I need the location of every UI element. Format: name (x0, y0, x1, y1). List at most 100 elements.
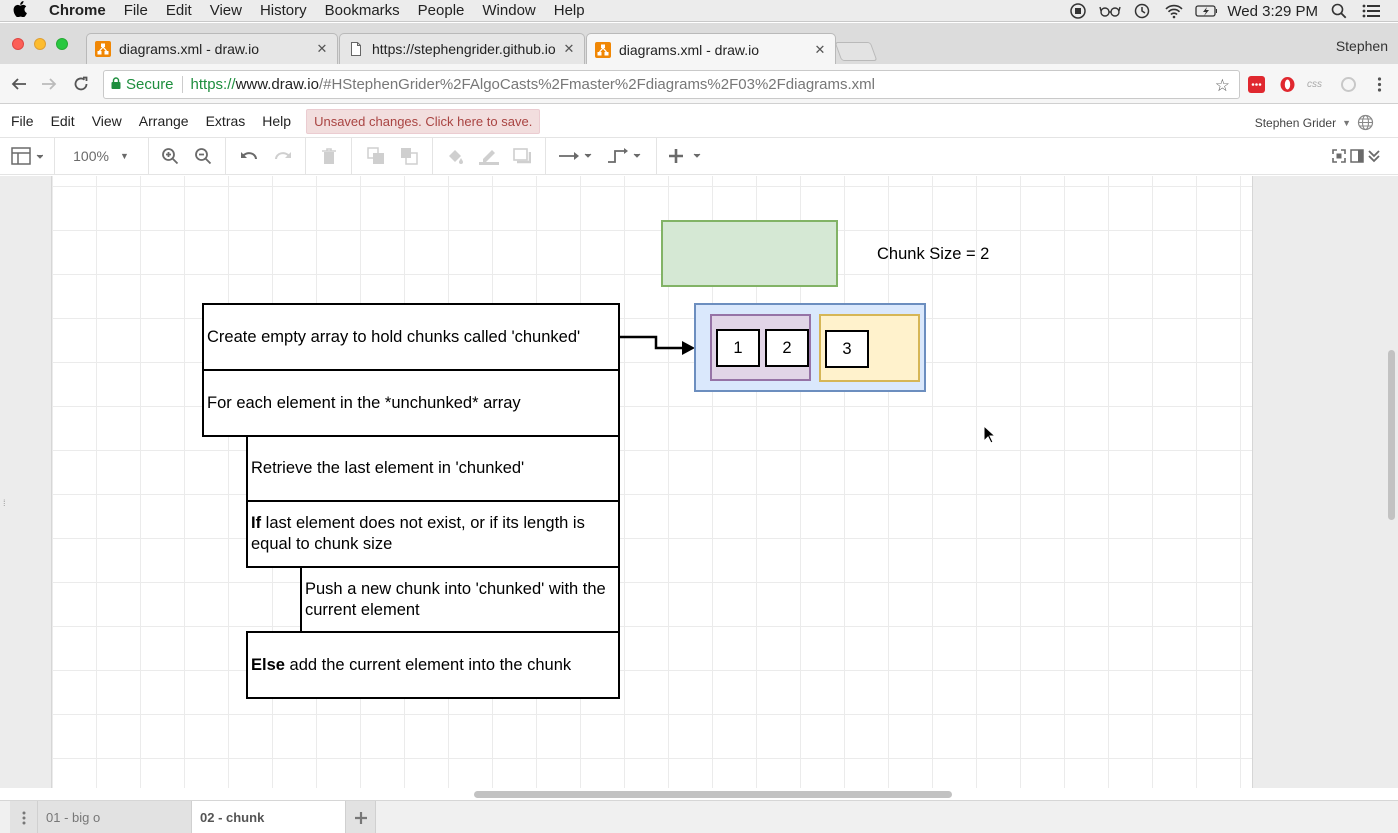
mac-menu-history[interactable]: History (251, 0, 316, 22)
menubar-clock[interactable]: Wed 3:29 PM (1227, 3, 1318, 20)
toolbar-separator (656, 138, 657, 174)
drawio-menu-edit[interactable]: Edit (45, 113, 81, 129)
reload-icon[interactable] (69, 72, 93, 96)
page-document-icon (351, 42, 361, 56)
profile-name[interactable]: Stephen (1336, 38, 1388, 54)
line-color-icon[interactable] (478, 144, 500, 168)
notification-center-icon[interactable] (1360, 0, 1382, 22)
chunk-element-1[interactable]: 1 (716, 329, 760, 367)
redo-icon[interactable] (272, 144, 294, 168)
waypoints-button[interactable] (606, 144, 644, 168)
drawio-menu-extras[interactable]: Extras (200, 113, 252, 129)
app-menu-chrome[interactable]: Chrome (40, 0, 115, 22)
unsaved-changes-button[interactable]: Unsaved changes. Click here to save. (306, 108, 541, 134)
arrow-right-icon (559, 152, 592, 160)
collapse-toolbar-icon[interactable] (1366, 144, 1382, 168)
spotlight-search-icon[interactable] (1328, 0, 1350, 22)
drawio-menu-arrange[interactable]: Arrange (133, 113, 195, 129)
lastpass-extension-icon[interactable] (1248, 76, 1265, 93)
horizontal-scrollbar[interactable] (474, 791, 952, 798)
css-extension-icon[interactable]: css (1307, 76, 1329, 93)
tab-close-icon[interactable]: ✕ (813, 42, 827, 58)
tab-close-icon[interactable]: ✕ (562, 41, 576, 57)
zoom-out-icon[interactable] (192, 144, 214, 168)
toggle-format-panel-icon[interactable] (1349, 144, 1365, 168)
window-close-button[interactable] (12, 38, 24, 50)
shadow-icon[interactable] (511, 144, 533, 168)
window-maximize-button[interactable] (56, 38, 68, 50)
window-minimize-button[interactable] (34, 38, 46, 50)
diagram-page[interactable] (51, 176, 1253, 788)
undo-icon[interactable] (238, 144, 260, 168)
pages-menu-icon[interactable] (10, 801, 38, 833)
bookmark-star-icon[interactable]: ☆ (1215, 76, 1230, 96)
new-tab-button[interactable] (834, 42, 878, 61)
flow-step-for-each[interactable]: For each element in the *unchunked* arra… (202, 369, 620, 437)
toolbar-separator (432, 138, 433, 174)
url-scheme: https:// (190, 76, 236, 93)
record-icon[interactable] (1067, 0, 1089, 22)
address-toolbar: Secure https://www.draw.io/#HStephenGrid… (0, 64, 1398, 104)
format-panel-toggle[interactable] (8, 144, 46, 168)
vertical-scrollbar[interactable] (1388, 350, 1395, 520)
green-rectangle-shape[interactable] (661, 220, 838, 287)
mac-menu-window[interactable]: Window (473, 0, 544, 22)
flow-step-push-chunk[interactable]: Push a new chunk into 'chunked' with the… (300, 566, 620, 633)
chunk-size-label[interactable]: Chunk Size = 2 (877, 245, 989, 264)
to-back-icon[interactable] (398, 144, 420, 168)
page-tab-big-o[interactable]: 01 - big o (38, 801, 192, 833)
back-arrow-icon[interactable] (7, 72, 31, 96)
zoom-value: 100% (73, 148, 109, 164)
forward-arrow-icon[interactable] (37, 72, 61, 96)
drawio-menubar: File Edit View Arrange Extras Help Unsav… (0, 105, 1398, 137)
globe-icon[interactable] (1357, 114, 1374, 131)
add-page-plus-icon[interactable] (346, 801, 376, 833)
mac-menu-people[interactable]: People (409, 0, 474, 22)
page-tab-chunk[interactable]: 02 - chunk (192, 801, 346, 833)
tab-close-icon[interactable]: ✕ (315, 41, 329, 57)
glasses-icon[interactable] (1099, 0, 1122, 22)
fit-page-icon[interactable] (1331, 144, 1347, 168)
chunk-element-3[interactable]: 3 (825, 330, 869, 368)
mac-menu-bookmarks[interactable]: Bookmarks (316, 0, 409, 22)
mac-menu-file[interactable]: File (115, 0, 157, 22)
delete-trash-icon[interactable] (318, 144, 340, 168)
mac-menu-help[interactable]: Help (545, 0, 594, 22)
flow-step-if-condition[interactable]: If last element does not exist, or if it… (246, 500, 620, 568)
extension-icon[interactable] (1340, 76, 1357, 93)
fill-color-icon[interactable] (444, 144, 466, 168)
zoom-in-icon[interactable] (159, 144, 181, 168)
flow-step-create-array[interactable]: Create empty array to hold chunks called… (202, 303, 620, 371)
toolbar-separator (225, 138, 226, 174)
toolbar-separator (305, 138, 306, 174)
chrome-menu-icon[interactable] (1371, 76, 1388, 93)
browser-tab-github[interactable]: https://stephengrider.github.io ✕ (339, 33, 585, 64)
insert-button[interactable] (668, 144, 704, 168)
user-menu[interactable]: Stephen Grider ▼ (1255, 114, 1374, 131)
connection-style-button[interactable] (557, 144, 595, 168)
time-machine-icon[interactable] (1131, 0, 1153, 22)
opera-extension-icon[interactable] (1279, 76, 1296, 93)
drawio-menu-file[interactable]: File (5, 113, 40, 129)
chunk-element-2[interactable]: 2 (765, 329, 809, 367)
flow-step-else-add[interactable]: Else add the current element into the ch… (246, 631, 620, 699)
sidebar-resize-handle[interactable]: ⁞ (3, 498, 6, 508)
browser-tab-drawio-active[interactable]: diagrams.xml - draw.io ✕ (586, 33, 836, 65)
drawio-menu-view[interactable]: View (86, 113, 128, 129)
step-text: Push a new chunk into 'chunked' with the… (305, 579, 606, 619)
browser-tab-drawio-1[interactable]: diagrams.xml - draw.io ✕ (86, 33, 338, 64)
zoom-select[interactable]: 100% ▼ (64, 144, 138, 168)
url-bar[interactable]: Secure https://www.draw.io/#HStephenGrid… (103, 70, 1240, 99)
wifi-icon[interactable] (1163, 0, 1185, 22)
mac-menu-edit[interactable]: Edit (157, 0, 201, 22)
to-front-icon[interactable] (365, 144, 387, 168)
drawio-menu-help[interactable]: Help (256, 113, 297, 129)
apple-menu-icon[interactable] (0, 0, 40, 21)
tab-title: diagrams.xml - draw.io (619, 41, 760, 58)
step-text: Create empty array to hold chunks called… (207, 327, 581, 346)
drawio-favicon-icon (595, 41, 611, 58)
battery-icon[interactable] (1195, 0, 1218, 22)
mac-menu-view[interactable]: View (201, 0, 251, 22)
flow-step-retrieve-last[interactable]: Retrieve the last element in 'chunked' (246, 435, 620, 502)
connector-arrow[interactable] (618, 330, 698, 360)
